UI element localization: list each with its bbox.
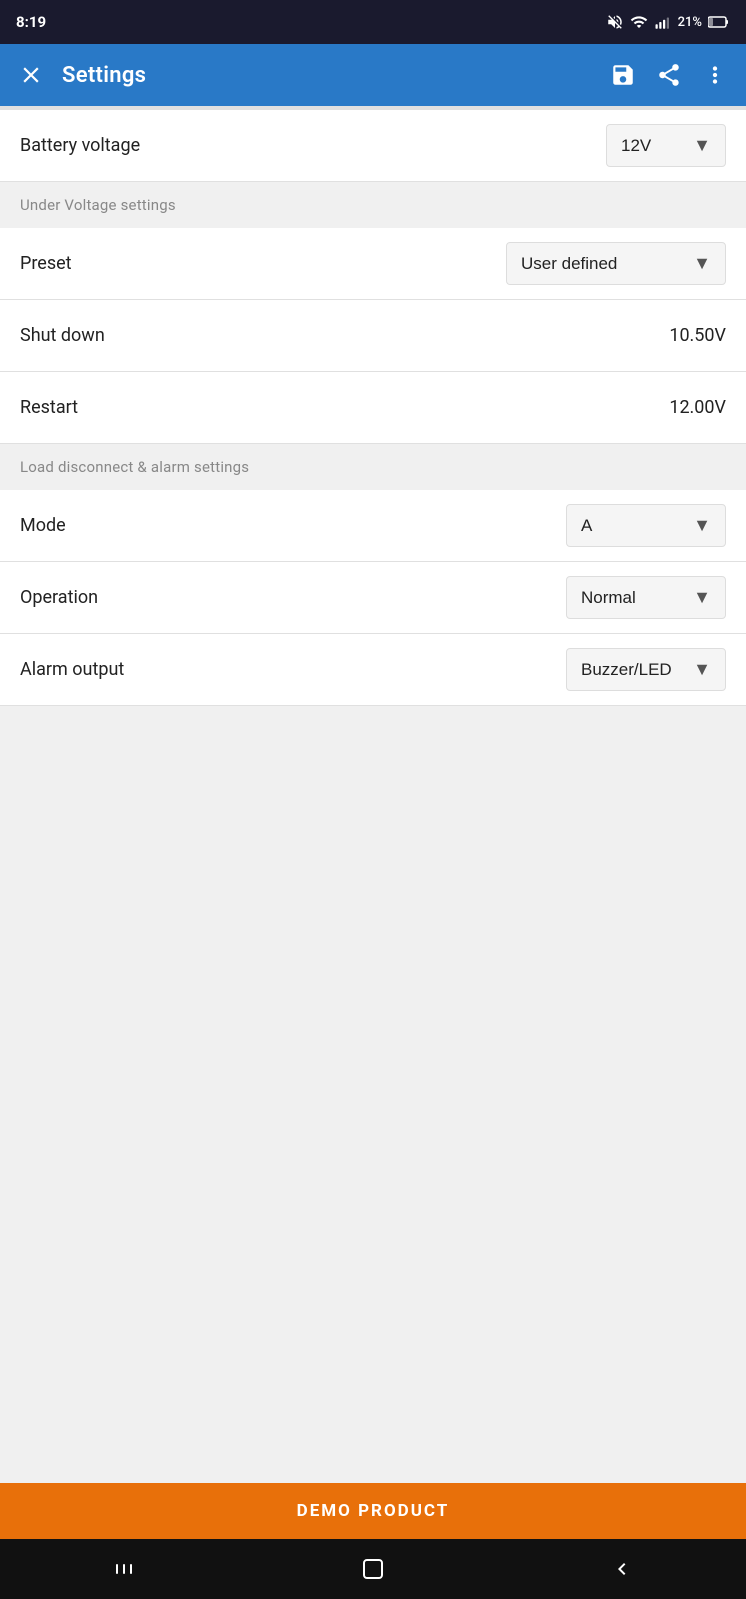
- battery-voltage-value: 12V: [621, 136, 651, 156]
- restart-row: Restart 12.00V: [0, 372, 746, 444]
- battery-voltage-label: Battery voltage: [20, 135, 140, 156]
- mode-value: A: [581, 516, 592, 536]
- chevron-down-icon: ▼: [693, 659, 711, 680]
- shutdown-row: Shut down 10.50V: [0, 300, 746, 372]
- chevron-down-icon: ▼: [693, 253, 711, 274]
- battery-icon: [708, 15, 730, 29]
- wifi-icon: [630, 13, 648, 31]
- bottom-nav: [0, 1539, 746, 1599]
- under-voltage-section: Under Voltage settings: [0, 182, 746, 228]
- share-button[interactable]: [654, 60, 684, 90]
- recent-apps-button[interactable]: [92, 1549, 156, 1589]
- alarm-output-label: Alarm output: [20, 659, 124, 680]
- app-title: Settings: [62, 63, 592, 88]
- battery-percentage: 21%: [678, 15, 702, 30]
- close-button[interactable]: [16, 60, 46, 90]
- shutdown-label: Shut down: [20, 325, 105, 346]
- more-options-button[interactable]: [700, 60, 730, 90]
- mode-label: Mode: [20, 515, 66, 536]
- preset-label: Preset: [20, 253, 72, 274]
- save-button[interactable]: [608, 60, 638, 90]
- content-area: Battery voltage 12V ▼ Under Voltage sett…: [0, 110, 746, 1483]
- status-icons: 21%: [606, 13, 730, 31]
- shutdown-value: 10.50V: [669, 325, 726, 346]
- alarm-output-value: Buzzer/LED: [581, 660, 672, 680]
- operation-value: Normal: [581, 588, 636, 608]
- battery-voltage-row: Battery voltage 12V ▼: [0, 110, 746, 182]
- operation-dropdown[interactable]: Normal ▼: [566, 576, 726, 619]
- operation-row: Operation Normal ▼: [0, 562, 746, 634]
- under-voltage-label: Under Voltage settings: [20, 196, 176, 214]
- restart-label: Restart: [20, 397, 78, 418]
- chevron-down-icon: ▼: [693, 587, 711, 608]
- restart-value: 12.00V: [669, 397, 726, 418]
- back-button[interactable]: [590, 1549, 654, 1589]
- mode-row: Mode A ▼: [0, 490, 746, 562]
- mode-dropdown[interactable]: A ▼: [566, 504, 726, 547]
- load-disconnect-label: Load disconnect & alarm settings: [20, 458, 249, 476]
- content-spacer: [0, 706, 746, 1483]
- alarm-output-dropdown[interactable]: Buzzer/LED ▼: [566, 648, 726, 691]
- home-button[interactable]: [341, 1549, 405, 1589]
- chevron-down-icon: ▼: [693, 135, 711, 156]
- app-bar: Settings: [0, 44, 746, 106]
- preset-value: User defined: [521, 254, 617, 274]
- signal-icon: [654, 13, 672, 31]
- status-bar: 8:19 21%: [0, 0, 746, 44]
- operation-label: Operation: [20, 587, 98, 608]
- alarm-output-row: Alarm output Buzzer/LED ▼: [0, 634, 746, 706]
- battery-voltage-dropdown[interactable]: 12V ▼: [606, 124, 726, 167]
- preset-dropdown[interactable]: User defined ▼: [506, 242, 726, 285]
- demo-banner: DEMO PRODUCT: [0, 1483, 746, 1539]
- preset-row: Preset User defined ▼: [0, 228, 746, 300]
- mute-icon: [606, 13, 624, 31]
- load-disconnect-section: Load disconnect & alarm settings: [0, 444, 746, 490]
- status-time: 8:19: [16, 13, 46, 31]
- demo-label: DEMO PRODUCT: [297, 1501, 450, 1521]
- chevron-down-icon: ▼: [693, 515, 711, 536]
